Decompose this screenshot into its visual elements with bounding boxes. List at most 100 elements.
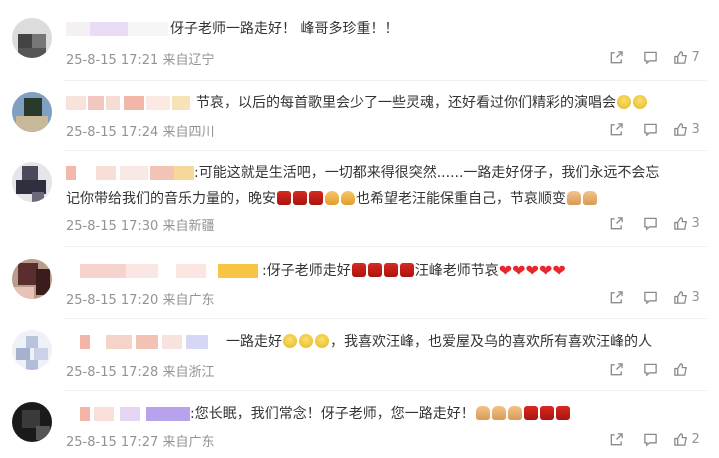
like-button[interactable]: 3 (667, 287, 707, 307)
candle-emoji-icon (523, 406, 538, 420)
comment-time: 25-8-15 17:24 (66, 125, 159, 140)
avatar[interactable] (12, 402, 52, 442)
share-icon (610, 362, 623, 375)
comment-text: 伢子老师一路走好！ 峰哥多珍重！！ (170, 21, 399, 37)
heart-emoji-icon: ❤ (498, 261, 513, 280)
username[interactable] (80, 407, 192, 421)
like-count: 2 (691, 431, 700, 447)
comment-meta: 25-8-15 17:21 来自辽宁 (66, 49, 215, 68)
bow-emoji-icon (341, 191, 355, 205)
comment-icon (643, 217, 657, 231)
pray-emoji-icon (491, 406, 506, 420)
like-button[interactable]: 3 (667, 213, 707, 233)
comment-meta: 25-8-15 17:24 来自四川 (66, 121, 215, 140)
heart-emoji-icon: ❤ (525, 261, 539, 280)
comment-time: 25-8-15 17:27 (66, 435, 159, 450)
comment-actions: 3 (599, 287, 707, 307)
comment-button[interactable] (633, 213, 667, 233)
comment-location: 来自四川 (162, 125, 215, 140)
heart-emoji-icon: ❤ (538, 261, 553, 280)
comment-icon (643, 291, 657, 305)
share-button[interactable] (599, 213, 633, 233)
candle-emoji-icon (383, 263, 398, 277)
thumbs-up-icon (673, 122, 687, 136)
share-button[interactable] (599, 429, 633, 449)
thumbs-up-icon (673, 362, 687, 376)
pray-emoji-icon (583, 191, 597, 205)
like-button[interactable] (667, 359, 707, 379)
username[interactable] (66, 22, 186, 36)
crying-emoji-icon (299, 334, 313, 348)
comment-text: :您长眠，我们常念！伢子老师，您一路走好！ (190, 402, 571, 426)
comment-meta: 25-8-15 17:28 来自浙江 (66, 361, 215, 380)
comment-meta: 25-8-15 17:30 来自新疆 (66, 215, 215, 234)
comment-actions: 2 (599, 429, 707, 449)
thumbs-up-icon (673, 432, 687, 446)
like-button[interactable]: 3 (667, 119, 707, 139)
share-button[interactable] (599, 287, 633, 307)
avatar[interactable] (12, 259, 52, 299)
crying-emoji-icon (315, 334, 329, 348)
comment-meta: 25-8-15 17:20 来自广东 (66, 289, 215, 308)
divider (64, 150, 707, 151)
like-button[interactable]: 7 (667, 47, 707, 67)
like-count: 3 (691, 215, 700, 231)
like-button[interactable]: 2 (667, 429, 707, 449)
comment-button[interactable] (633, 429, 667, 449)
share-button[interactable] (599, 47, 633, 67)
avatar[interactable] (12, 18, 52, 58)
share-button[interactable] (599, 359, 633, 379)
comment-meta: 25-8-15 17:27 来自广东 (66, 431, 215, 450)
username[interactable] (66, 96, 196, 110)
comment-text: 节哀，以后的每首歌里会少了一些灵魂，还好看过你们精彩的演唱会 (196, 91, 648, 115)
like-count: 3 (691, 289, 700, 305)
candle-emoji-icon (539, 406, 554, 420)
comment-icon (643, 363, 657, 377)
comment-button[interactable] (633, 287, 667, 307)
avatar[interactable] (12, 330, 52, 370)
comment-location: 来自浙江 (162, 365, 215, 380)
candle-emoji-icon (309, 191, 323, 205)
crying-emoji-icon (633, 95, 647, 109)
candle-emoji-icon (555, 406, 570, 420)
comment-time: 25-8-15 17:30 (66, 219, 159, 234)
comment-text-line2: 记你带给我们的音乐力量的，晚安 也希望老汪能保重自己，节哀顺变 (66, 187, 598, 211)
username[interactable] (66, 166, 196, 180)
comment-time: 25-8-15 17:20 (66, 293, 159, 308)
comment-button[interactable] (633, 47, 667, 67)
crying-emoji-icon (283, 334, 297, 348)
like-count: 7 (691, 49, 700, 65)
username[interactable] (80, 264, 260, 278)
username[interactable] (80, 335, 210, 349)
share-icon (610, 216, 623, 229)
comment-icon (643, 51, 657, 65)
share-button[interactable] (599, 119, 633, 139)
comment-location: 来自广东 (162, 435, 215, 450)
comment-button[interactable] (633, 119, 667, 139)
candle-emoji-icon (351, 263, 366, 277)
heart-emoji-icon: ❤ (512, 261, 526, 280)
thumbs-up-icon (673, 50, 687, 64)
comment-actions (599, 359, 707, 379)
share-icon (610, 432, 623, 445)
comment-actions: 3 (599, 213, 707, 233)
share-icon (610, 50, 623, 63)
candle-emoji-icon (399, 263, 414, 277)
candle-emoji-icon (367, 263, 382, 277)
comment-button[interactable] (633, 359, 667, 379)
crying-emoji-icon (617, 95, 631, 109)
comment-time: 25-8-15 17:28 (66, 365, 159, 380)
comment-icon (643, 123, 657, 137)
pray-emoji-icon (475, 406, 490, 420)
comment-location: 来自广东 (162, 293, 215, 308)
share-icon (610, 122, 623, 135)
comment-time: 25-8-15 17:21 (66, 53, 159, 68)
avatar[interactable] (12, 92, 52, 132)
comment-text: :伢子老师走好 汪峰老师节哀❤❤❤❤❤ (262, 261, 566, 280)
comment-location: 来自新疆 (162, 219, 215, 234)
comment-text: 一路走好 ，我喜欢汪峰，也爱屋及乌的喜欢所有喜欢汪峰的人 (226, 334, 652, 350)
avatar[interactable] (12, 162, 52, 202)
pray-emoji-icon (507, 406, 522, 420)
heart-emoji-icon: ❤ (552, 261, 566, 280)
comment-icon (643, 433, 657, 447)
